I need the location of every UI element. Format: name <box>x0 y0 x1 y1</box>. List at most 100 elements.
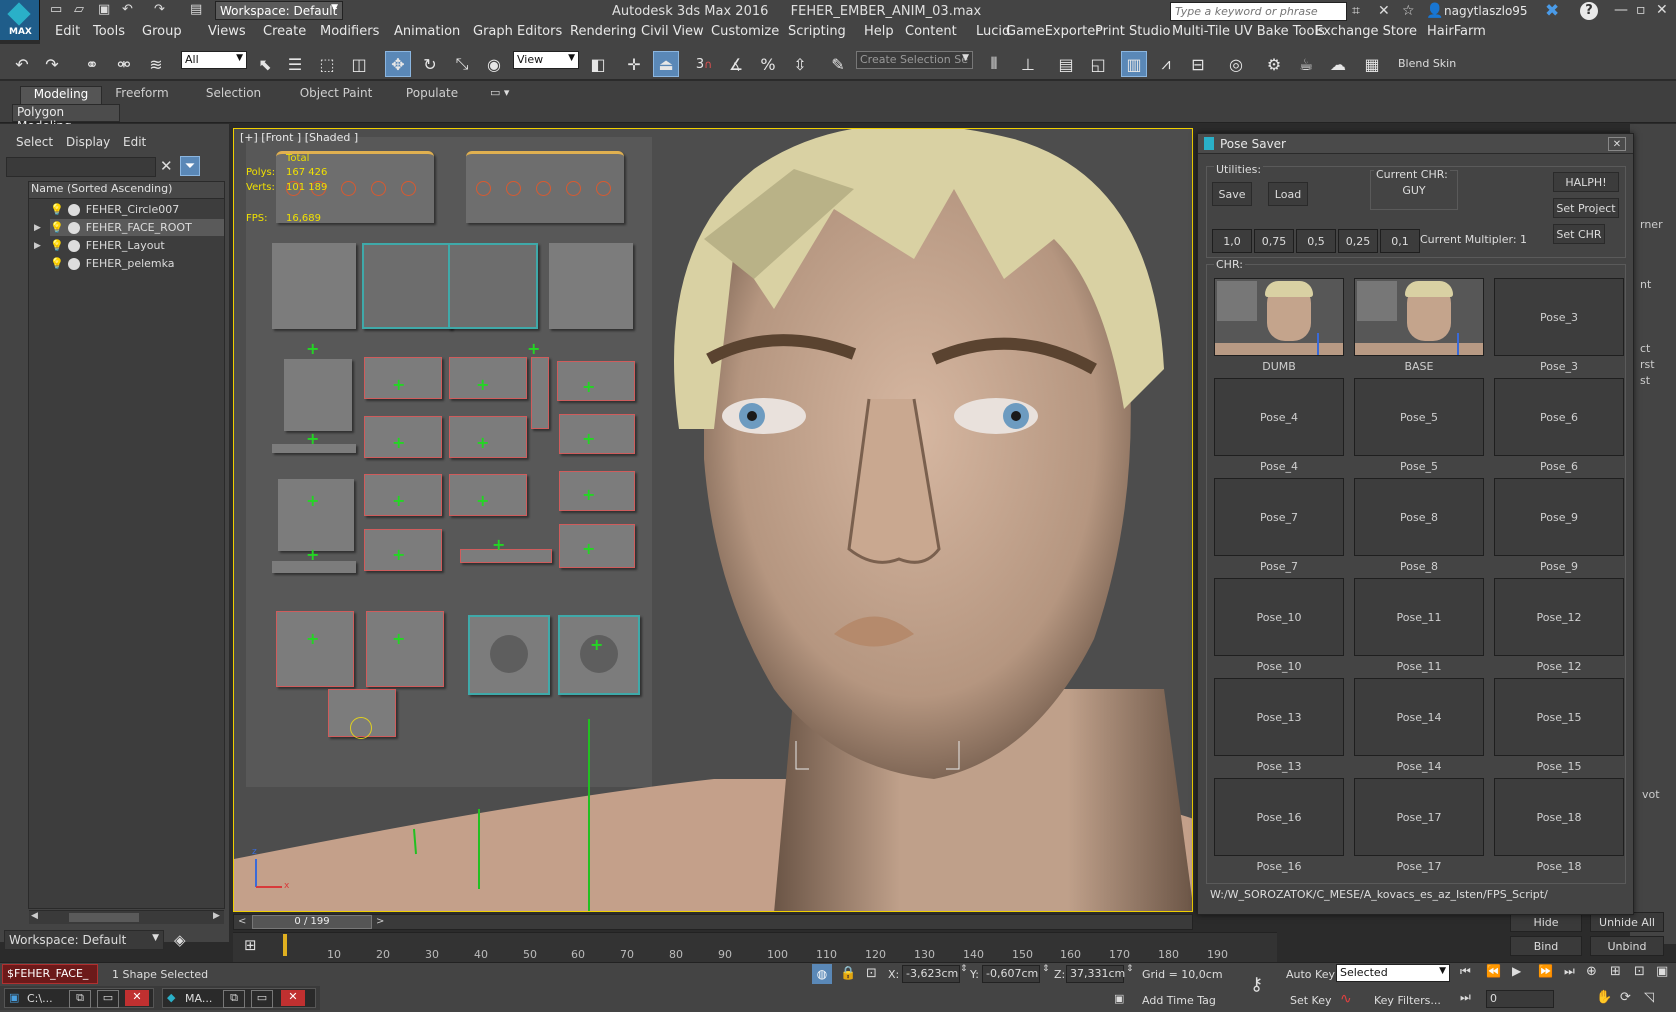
scene-explorer-toggle-icon[interactable]: ▤ <box>1054 52 1078 76</box>
unhide-all-button[interactable]: Unhide All <box>1590 912 1664 932</box>
pivot-center-icon[interactable]: ◧ <box>586 52 610 76</box>
taskbar-item-max[interactable]: ◆ MA... ⧉ ▭ ✕ <box>162 988 316 1008</box>
restore-icon[interactable]: ⧉ <box>69 990 91 1008</box>
key-mode-dropdown[interactable]: Selected ▼ <box>1336 964 1450 982</box>
viewport[interactable]: + + + + + + + + + + + + + + + + + + + + [+] [Front ] [Shade… <box>233 128 1193 912</box>
x-coord-field[interactable]: -3,623cm <box>902 965 960 983</box>
z-spinner-icon[interactable]: ⇕ <box>1126 964 1134 974</box>
menu-item-civil-view[interactable]: Civil View <box>641 24 704 39</box>
user-name[interactable]: nagytlaszlo95 <box>1444 4 1528 18</box>
workspace-selector[interactable]: Workspace: Default ▼ <box>4 930 164 950</box>
workspace-dropdown[interactable]: Workspace: Default ▼ <box>215 1 343 20</box>
material-editor-icon[interactable]: ◎ <box>1224 52 1248 76</box>
ribbon-tab-modeling[interactable]: Modeling <box>20 86 102 106</box>
select-by-name-icon[interactable]: ☰ <box>283 52 307 76</box>
time-slider-left-arrow[interactable]: < <box>238 916 246 927</box>
multiplier-button[interactable]: 0,1 <box>1380 229 1420 253</box>
keyboard-shortcut-override-icon[interactable]: ⏏ <box>653 51 679 77</box>
new-file-icon[interactable]: ▭ <box>50 2 62 17</box>
bind-space-warp-icon[interactable]: ≋ <box>144 52 168 76</box>
y-spinner-icon[interactable]: ⇕ <box>1042 964 1050 974</box>
key-icon[interactable]: ⚷ <box>1250 974 1263 995</box>
field-of-view-icon[interactable]: ◹ <box>1644 990 1654 1005</box>
zoom-icon[interactable]: ⊕ <box>1586 964 1597 979</box>
ribbon-tab-selection[interactable]: Selection <box>186 86 281 104</box>
menu-item-help[interactable]: Help <box>864 24 894 39</box>
menu-item-animation[interactable]: Animation <box>394 24 460 39</box>
open-mini-curve-editor-icon[interactable]: ⊞ <box>244 936 257 954</box>
scene-explorer-search-input[interactable] <box>6 157 156 177</box>
filter-icon[interactable]: ⏷ <box>180 156 200 176</box>
close-icon[interactable]: ✕ <box>125 990 149 1006</box>
orbit-icon[interactable]: ⟳ <box>1620 990 1631 1005</box>
communication-icon[interactable]: ✕ <box>1378 3 1390 19</box>
schematic-view-icon[interactable]: ⊟ <box>1186 52 1210 76</box>
ribbon-tab-object-paint[interactable]: Object Paint <box>286 86 386 104</box>
scene-explorer-menu-display[interactable]: Display <box>66 135 110 149</box>
scroll-thumb[interactable] <box>69 913 139 922</box>
close-icon[interactable]: ✕ <box>281 990 305 1006</box>
multiplier-button[interactable]: 0,25 <box>1338 229 1378 253</box>
menu-item-exchange-store[interactable]: Exchange Store <box>1315 24 1417 39</box>
previous-frame-icon[interactable]: ⏪ <box>1486 964 1501 978</box>
y-coord-field[interactable]: -0,607cm <box>982 965 1040 983</box>
z-coord-field[interactable]: 37,331cm <box>1066 965 1125 983</box>
snaps-toggle-icon[interactable]: 3 ∩ <box>692 52 716 76</box>
binoculars-icon[interactable]: ⌗ <box>1352 3 1360 19</box>
pose-button[interactable]: Pose_14 <box>1354 678 1484 756</box>
menu-item-customize[interactable]: Customize <box>711 24 779 39</box>
save-button[interactable]: Save <box>1212 182 1252 206</box>
undo-icon[interactable]: ↶ <box>122 2 133 17</box>
multiplier-button[interactable]: 0,5 <box>1296 229 1336 253</box>
scene-explorer-menu-select[interactable]: Select <box>16 135 53 149</box>
layers-icon[interactable]: ◈ <box>174 931 186 949</box>
time-slider-thumb[interactable]: 0 / 199 <box>252 915 372 929</box>
select-and-scale-icon[interactable]: ⤡ <box>450 52 474 76</box>
toggle-ribbon-icon[interactable]: ▥ <box>1121 51 1147 77</box>
scene-row[interactable]: ▶ 💡 FEHER_Layout <box>34 237 224 254</box>
bind-button[interactable]: Bind <box>1510 936 1582 956</box>
next-frame-icon[interactable]: ⏩ <box>1538 964 1553 978</box>
menu-item-tools[interactable]: Tools <box>93 24 125 39</box>
rendered-frame-window-icon[interactable]: ☕ <box>1294 52 1318 76</box>
time-slider[interactable]: < 0 / 199 > <box>233 914 1193 930</box>
menu-item-print-studio[interactable]: Print Studio <box>1095 24 1170 39</box>
edit-named-selection-icon[interactable]: ✎ <box>826 52 850 76</box>
light-bulb-icon[interactable]: 💡 <box>50 203 64 216</box>
percent-snap-icon[interactable]: % <box>756 52 780 76</box>
scene-row[interactable]: 💡 FEHER_pelemka <box>50 255 224 272</box>
minimize-icon[interactable]: — <box>1614 2 1628 18</box>
absolute-mode-icon[interactable]: ⊡ <box>866 966 877 981</box>
pose-button[interactable]: Pose_11 <box>1354 578 1484 656</box>
menu-item-rendering[interactable]: Rendering <box>570 24 636 39</box>
spinner-snap-icon[interactable]: ⇳ <box>788 52 812 76</box>
layer-explorer-icon[interactable]: ◱ <box>1086 52 1110 76</box>
curve-key-icon[interactable]: ∿ <box>1340 991 1352 1007</box>
search-input[interactable] <box>1170 2 1347 21</box>
redo-icon[interactable]: ↷ <box>40 52 64 76</box>
pose-button[interactable]: Pose_3 <box>1494 278 1624 356</box>
pan-icon[interactable]: ✋ <box>1596 990 1612 1005</box>
pose-button[interactable]: Pose_6 <box>1494 378 1624 456</box>
current-frame-field[interactable]: 0 <box>1486 990 1554 1008</box>
x-spinner-icon[interactable]: ⇕ <box>960 964 968 974</box>
light-bulb-icon[interactable]: 💡 <box>50 221 64 234</box>
mirror-icon[interactable]: ⫴ <box>982 52 1006 76</box>
select-and-move-icon[interactable]: ✥ <box>385 51 411 77</box>
multiplier-button[interactable]: 1,0 <box>1212 229 1252 253</box>
pose-button[interactable] <box>1354 278 1484 356</box>
lock-selection-icon[interactable]: 🔒 <box>840 966 856 981</box>
render-setup-icon[interactable]: ⚙ <box>1262 52 1286 76</box>
pose-button[interactable]: Pose_9 <box>1494 478 1624 556</box>
ribbon-tab-populate[interactable]: Populate <box>392 86 472 104</box>
pose-button[interactable] <box>1214 278 1344 356</box>
restore-icon[interactable]: ⧉ <box>223 990 245 1008</box>
maximize-icon[interactable]: ▭ <box>251 990 273 1008</box>
go-to-start-icon[interactable]: ⏮ <box>1460 964 1471 979</box>
pose-button[interactable]: Pose_5 <box>1354 378 1484 456</box>
menu-item-create[interactable]: Create <box>263 24 306 39</box>
scene-row[interactable]: 💡 FEHER_Circle007 <box>50 201 224 218</box>
menu-item-group[interactable]: Group <box>142 24 182 39</box>
undo-icon[interactable]: ↶ <box>10 52 34 76</box>
named-selection-set-dropdown[interactable]: Create Selection Se ▼ <box>856 51 973 69</box>
